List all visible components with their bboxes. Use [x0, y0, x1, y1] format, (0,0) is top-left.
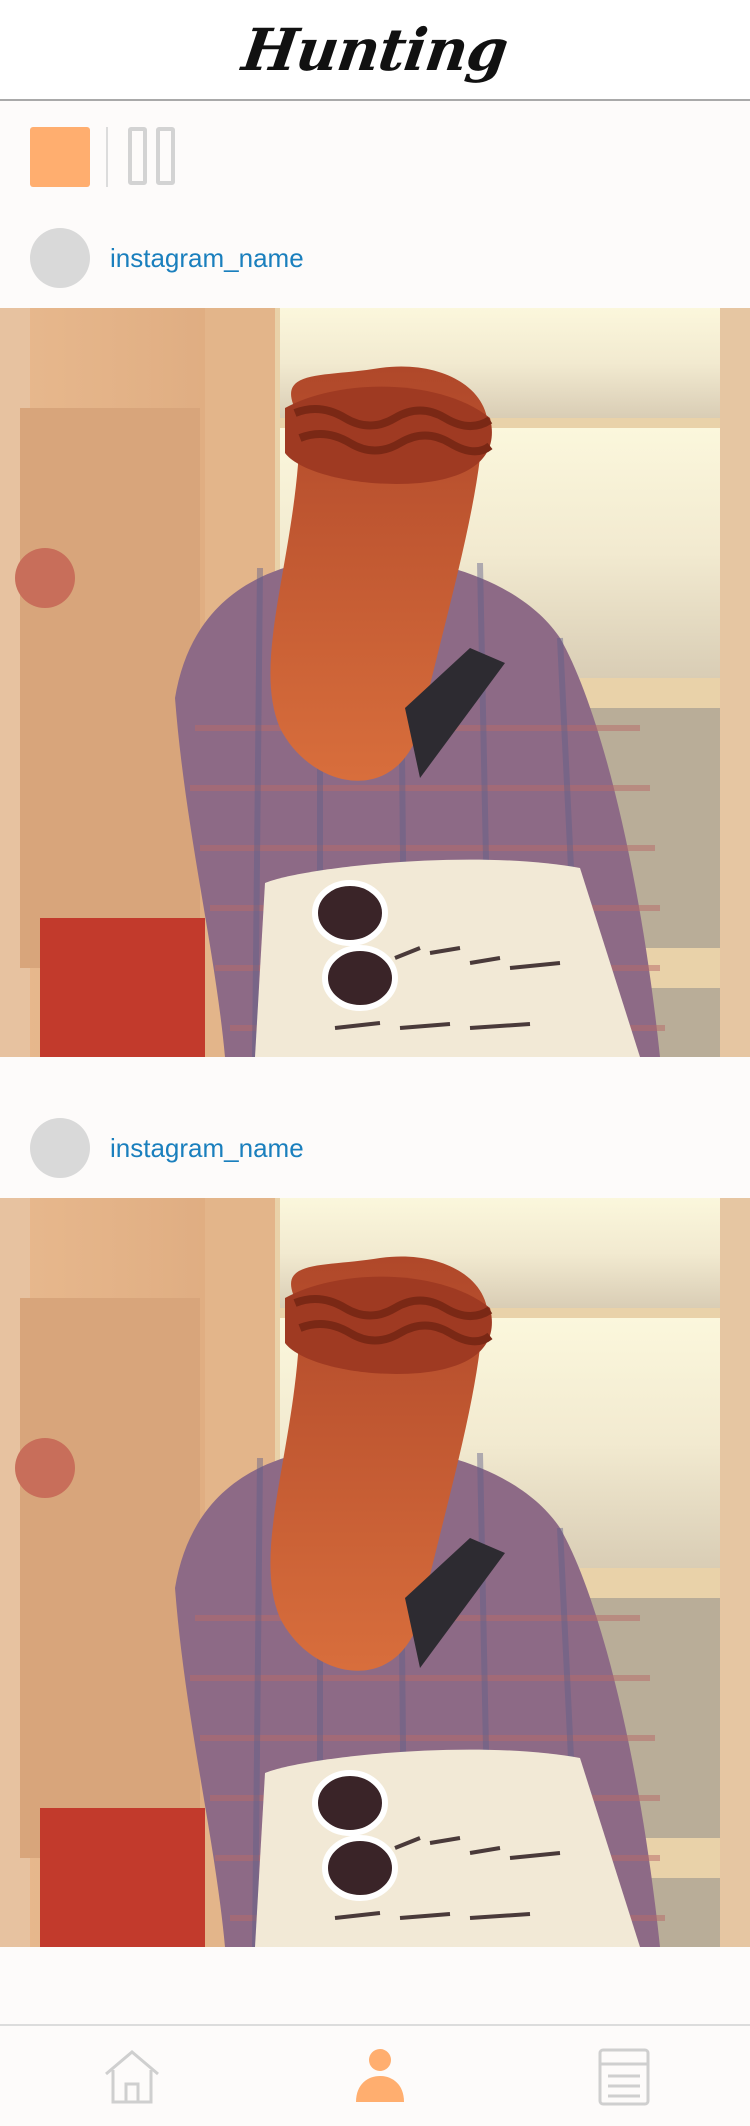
post-username[interactable]: instagram_name: [110, 243, 304, 274]
bottom-navigation: [0, 2024, 750, 2126]
two-column-view-button[interactable]: [128, 127, 175, 187]
post-photo[interactable]: [0, 1198, 750, 1947]
profile-icon: [356, 2049, 404, 2102]
avatar[interactable]: [30, 228, 90, 288]
app-header: Hunting: [0, 0, 750, 101]
home-icon: [105, 2050, 159, 2104]
app-logo-title: Hunting: [238, 15, 512, 84]
list-icon: [598, 2048, 650, 2106]
nav-home-button[interactable]: [100, 2044, 164, 2108]
toggle-divider: [106, 127, 108, 187]
grid-column-icon: [128, 127, 147, 185]
post-username[interactable]: instagram_name: [110, 1133, 304, 1164]
post-photo-image: [0, 1198, 750, 1947]
nav-profile-button[interactable]: [348, 2044, 412, 2108]
post-photo[interactable]: [0, 308, 750, 1057]
grid-column-icon: [156, 127, 175, 185]
view-toggle: [30, 127, 175, 187]
avatar[interactable]: [30, 1118, 90, 1178]
nav-list-button[interactable]: [592, 2044, 656, 2108]
app-screen: Hunting instagram_name instagram_name: [0, 0, 750, 2126]
post-photo-image: [0, 308, 750, 1057]
post-header: instagram_name: [0, 1108, 750, 1188]
post-header: instagram_name: [0, 218, 750, 298]
single-column-view-button[interactable]: [30, 127, 90, 187]
